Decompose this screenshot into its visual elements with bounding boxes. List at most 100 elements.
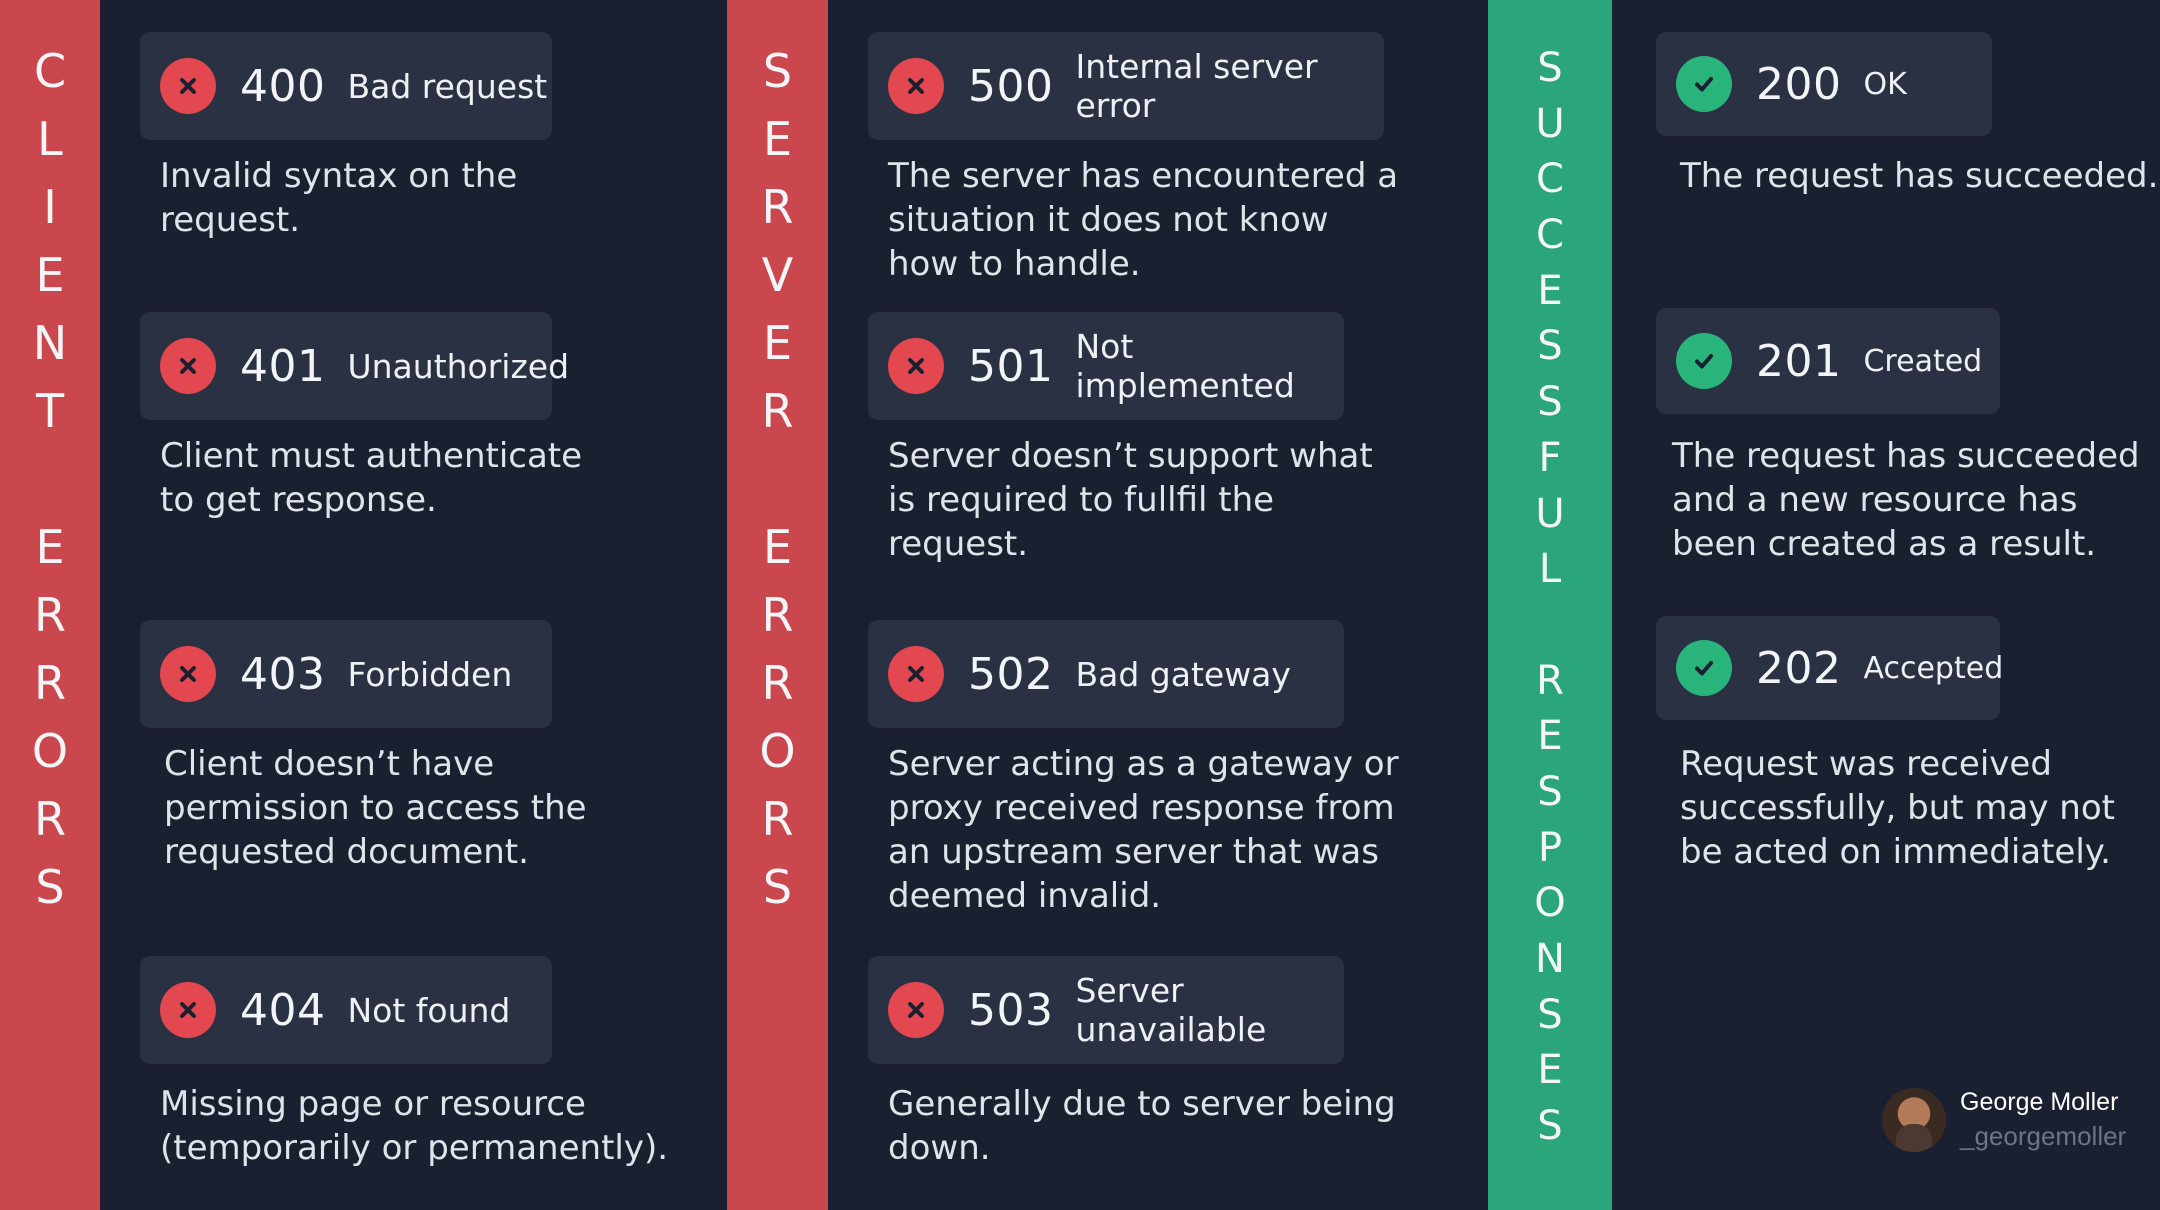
server-errors-band-label: SERVER ERRORS xyxy=(727,48,828,910)
status-code: 500 xyxy=(968,60,1054,112)
band-letter: S xyxy=(1537,768,1563,815)
band-letter: O xyxy=(1534,880,1566,927)
status-code: 403 xyxy=(240,648,326,700)
band-letter: C xyxy=(1536,212,1564,259)
successful-responses-band-label: SUCCESSFUL RESPONSES xyxy=(1488,48,1612,1146)
error-x-icon xyxy=(160,338,216,394)
band-letter: F xyxy=(1538,434,1562,481)
band-letter: L xyxy=(1538,546,1562,593)
band-letter: R xyxy=(761,792,794,846)
band-letter: E xyxy=(1537,1047,1563,1094)
band-letter: N xyxy=(1535,936,1565,982)
status-description: Client doesn’t have permission to access… xyxy=(164,744,587,872)
band-letter xyxy=(43,456,58,502)
band-letter: I xyxy=(43,180,57,234)
author-credit: George Moller _georgemoller xyxy=(1882,1088,2126,1152)
status-description: Generally due to server being down. xyxy=(888,1084,1396,1168)
status-card-502: 502 Bad gateway xyxy=(868,620,1344,728)
status-description: The server has encountered a situation i… xyxy=(888,156,1399,284)
status-description: The request has succeeded. xyxy=(1680,156,2159,196)
client-errors-band: CLIENT ERRORS xyxy=(0,0,100,1210)
band-letter: O xyxy=(31,724,69,778)
status-card-400: 400 Bad request xyxy=(140,32,552,140)
status-card-500: 500 Internal server error xyxy=(868,32,1384,140)
status-card-404: 404 Not found xyxy=(140,956,552,1064)
status-label: Server unavailable xyxy=(1075,971,1267,1049)
band-letter: U xyxy=(1535,100,1565,147)
band-letter: R xyxy=(1536,657,1564,704)
author-name: George Moller xyxy=(1960,1088,2119,1116)
status-code: 201 xyxy=(1756,335,1842,387)
error-x-icon xyxy=(888,646,944,702)
band-letter: O xyxy=(759,724,796,778)
client-errors-band-label: CLIENT ERRORS xyxy=(0,48,100,910)
band-letter: E xyxy=(35,520,65,574)
error-x-icon xyxy=(160,646,216,702)
status-code: 400 xyxy=(240,60,326,112)
status-description: Missing page or resource (temporarily or… xyxy=(160,1084,669,1168)
band-letter: E xyxy=(1537,713,1563,760)
band-letter: S xyxy=(1537,323,1563,370)
status-card-401: 401 Unauthorized xyxy=(140,312,569,420)
band-letter: R xyxy=(761,180,794,234)
error-x-icon xyxy=(888,58,944,114)
band-letter: T xyxy=(35,384,65,438)
band-letter: R xyxy=(34,792,66,846)
band-letter: R xyxy=(34,588,66,642)
band-letter: R xyxy=(761,656,794,710)
status-code: 404 xyxy=(240,984,326,1036)
status-description: The request has succeeded and a new reso… xyxy=(1672,436,2140,564)
status-card-201: 201 Created xyxy=(1656,308,2000,414)
status-code: 401 xyxy=(240,340,326,392)
band-letter: E xyxy=(762,316,793,370)
status-label: Accepted xyxy=(1863,650,2004,686)
band-letter: E xyxy=(762,112,793,166)
band-letter: S xyxy=(1537,1103,1563,1150)
band-letter: L xyxy=(37,112,63,166)
successful-responses-band: SUCCESSFUL RESPONSES xyxy=(1488,0,1612,1210)
status-label: Not found xyxy=(347,990,511,1030)
band-letter: N xyxy=(32,316,68,370)
status-label: OK xyxy=(1863,66,1907,102)
status-label: Not implemented xyxy=(1075,327,1295,405)
status-label: Bad gateway xyxy=(1075,654,1291,694)
band-letter: R xyxy=(761,384,794,438)
status-code: 202 xyxy=(1756,642,1842,694)
check-icon xyxy=(1676,56,1732,112)
status-label: Unauthorized xyxy=(347,346,570,386)
band-letter: U xyxy=(1535,490,1565,537)
check-icon xyxy=(1676,640,1732,696)
band-letter: P xyxy=(1537,824,1563,871)
band-letter: R xyxy=(761,588,794,642)
status-description: Server acting as a gateway or proxy rece… xyxy=(888,744,1399,916)
status-description: Server doesn’t support what is required … xyxy=(888,436,1373,564)
band-letter: S xyxy=(35,860,65,914)
status-description: Client must authenticate to get response… xyxy=(160,436,583,520)
status-label: Forbidden xyxy=(347,654,513,694)
status-label: Created xyxy=(1863,343,1983,379)
error-x-icon xyxy=(160,982,216,1038)
band-letter: C xyxy=(33,44,67,98)
band-letter: S xyxy=(1537,45,1563,91)
status-card-501: 501 Not implemented xyxy=(868,312,1344,420)
band-letter: S xyxy=(1537,991,1563,1038)
status-code: 503 xyxy=(968,984,1054,1036)
check-icon xyxy=(1676,333,1732,389)
status-label: Internal server error xyxy=(1075,47,1318,125)
status-label: Bad request xyxy=(347,66,548,106)
error-x-icon xyxy=(888,338,944,394)
status-description: Invalid syntax on the request. xyxy=(160,156,518,240)
status-card-403: 403 Forbidden xyxy=(140,620,552,728)
status-code: 502 xyxy=(968,648,1054,700)
band-letter: E xyxy=(35,248,65,302)
status-description: Request was received successfully, but m… xyxy=(1680,744,2115,872)
band-letter: E xyxy=(1537,267,1563,314)
server-errors-band: SERVER ERRORS xyxy=(727,0,828,1210)
error-x-icon xyxy=(888,982,944,1038)
band-letter: S xyxy=(762,860,793,914)
author-handle: _georgemoller xyxy=(1960,1121,2127,1151)
status-code: 501 xyxy=(968,340,1054,392)
band-letter xyxy=(770,456,785,502)
error-x-icon xyxy=(160,58,216,114)
band-letter: E xyxy=(762,520,793,574)
